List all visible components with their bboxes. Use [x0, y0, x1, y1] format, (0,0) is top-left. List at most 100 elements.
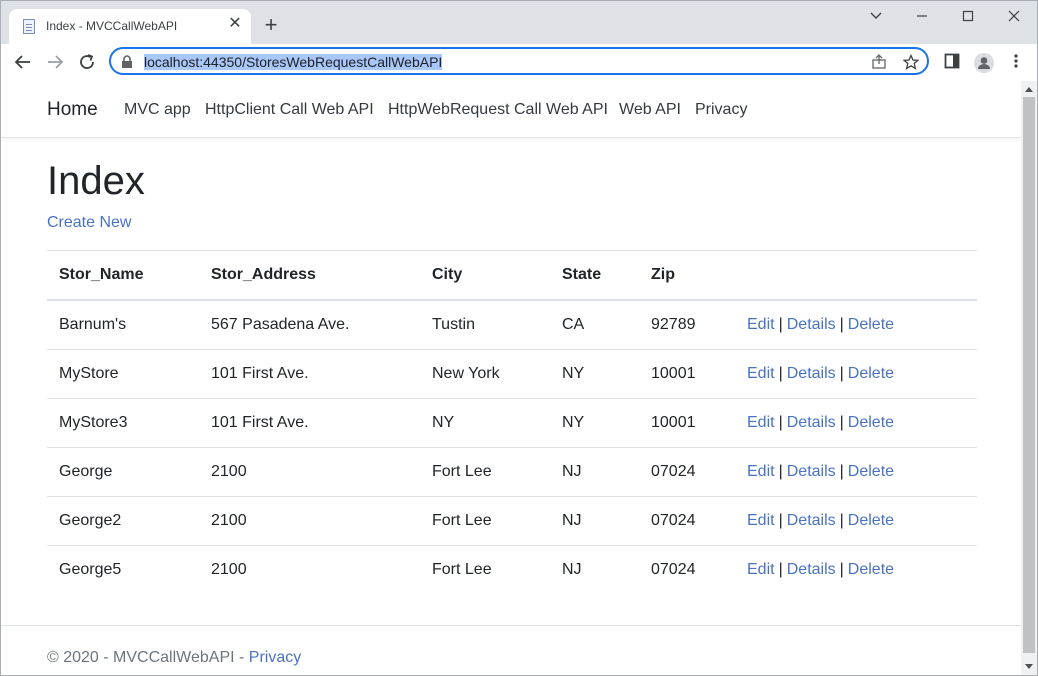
page-title: Index	[47, 159, 145, 203]
edit-link[interactable]: Edit	[747, 316, 775, 333]
nav-link-mvc-app[interactable]: MVC app	[124, 101, 191, 119]
nav-link-privacy[interactable]: Privacy	[695, 101, 747, 119]
page-favicon-icon	[23, 19, 35, 34]
tab-search-icon[interactable]	[853, 1, 899, 33]
action-separator: |	[839, 561, 844, 578]
delete-link[interactable]: Delete	[848, 414, 894, 431]
create-new-link[interactable]: Create New	[47, 214, 131, 232]
side-panel-icon[interactable]	[944, 53, 960, 74]
details-link[interactable]: Details	[787, 316, 836, 333]
edit-link[interactable]: Edit	[747, 365, 775, 382]
table-row: MyStore 101 First Ave. New York NY 10001 Edit…	[47, 349, 977, 399]
table-cell: NY	[420, 398, 550, 448]
page-scrollbar[interactable]	[1021, 81, 1037, 675]
column-header-actions	[735, 250, 977, 301]
browser-toolbar: localhost:44350/StoresWebRequestCallWebA…	[1, 44, 1037, 81]
footer-privacy-link[interactable]: Privacy	[249, 649, 301, 666]
minimize-icon[interactable]	[899, 1, 945, 33]
row-actions: Edit | Details | Delete	[735, 349, 977, 399]
browser-tab[interactable]: Index - MVCCallWebAPI ✕	[9, 9, 251, 44]
action-separator: |	[839, 463, 844, 480]
address-bar[interactable]: localhost:44350/StoresWebRequestCallWebA…	[109, 47, 929, 75]
action-separator: |	[778, 561, 783, 578]
nav-link-web-api[interactable]: Web API	[619, 101, 681, 119]
nav-link-httpwebrequest[interactable]: HttpWebRequest Call Web API	[388, 101, 608, 119]
table-cell: Barnum's	[47, 299, 199, 350]
forward-arrow-icon[interactable]	[45, 52, 65, 72]
scroll-thumb[interactable]	[1023, 97, 1035, 653]
table-cell: Fort Lee	[420, 447, 550, 497]
row-actions: Edit | Details | Delete	[735, 447, 977, 497]
action-separator: |	[778, 414, 783, 431]
close-window-icon[interactable]	[991, 1, 1037, 33]
table-cell: CA	[550, 299, 639, 350]
close-tab-icon[interactable]: ✕	[227, 16, 243, 32]
edit-link[interactable]: Edit	[747, 512, 775, 529]
action-separator: |	[839, 365, 844, 382]
details-link[interactable]: Details	[787, 414, 836, 431]
edit-link[interactable]: Edit	[747, 561, 775, 578]
table-row: George 2100 Fort Lee NJ 07024 Edit | Details | De…	[47, 447, 977, 497]
table-row: Barnum's 567 Pasadena Ave. Tustin CA 92789 Ed…	[47, 299, 977, 350]
back-arrow-icon[interactable]	[13, 52, 33, 72]
share-icon[interactable]	[871, 54, 887, 70]
table-header-row: Stor_Name Stor_Address City State Zip	[47, 250, 977, 301]
table-cell: 10001	[639, 349, 735, 399]
table-cell: New York	[420, 349, 550, 399]
table-cell: George5	[47, 545, 199, 594]
row-actions: Edit | Details | Delete	[735, 545, 977, 594]
delete-link[interactable]: Delete	[848, 561, 894, 578]
scroll-down-icon[interactable]	[1025, 664, 1033, 669]
site-footer: © 2020 - MVCCallWebAPI - Privacy	[1, 625, 1021, 675]
table-row: MyStore3 101 First Ave. NY NY 10001 Edit | Deta…	[47, 398, 977, 448]
table-cell: 101 First Ave.	[199, 349, 420, 399]
profile-avatar-icon[interactable]	[973, 52, 995, 79]
details-link[interactable]: Details	[787, 561, 836, 578]
column-header: Stor_Address	[199, 250, 420, 301]
details-link[interactable]: Details	[787, 512, 836, 529]
table-cell: NJ	[550, 447, 639, 497]
nav-link-httpclient[interactable]: HttpClient Call Web API	[205, 101, 374, 119]
table-cell: MyStore3	[47, 398, 199, 448]
row-actions: Edit | Details | Delete	[735, 299, 977, 350]
web-page: Home MVC app HttpClient Call Web API Htt…	[1, 81, 1021, 675]
table-cell: 101 First Ave.	[199, 398, 420, 448]
delete-link[interactable]: Delete	[848, 316, 894, 333]
lock-icon[interactable]	[121, 55, 133, 74]
maximize-icon[interactable]	[945, 1, 991, 33]
column-header: Stor_Name	[47, 250, 199, 301]
row-actions: Edit | Details | Delete	[735, 496, 977, 546]
table-cell: NJ	[550, 496, 639, 546]
details-link[interactable]: Details	[787, 463, 836, 480]
row-actions: Edit | Details | Delete	[735, 398, 977, 448]
action-separator: |	[778, 463, 783, 480]
nav-home-link[interactable]: Home	[47, 99, 98, 121]
table-cell: Fort Lee	[420, 496, 550, 546]
table-cell: NY	[550, 349, 639, 399]
edit-link[interactable]: Edit	[747, 463, 775, 480]
delete-link[interactable]: Delete	[848, 365, 894, 382]
copyright-text: © 2020 - MVCCallWebAPI -	[47, 649, 249, 666]
table-cell: 07024	[639, 447, 735, 497]
table-cell: George2	[47, 496, 199, 546]
delete-link[interactable]: Delete	[848, 512, 894, 529]
action-separator: |	[778, 365, 783, 382]
bookmark-star-icon[interactable]	[902, 53, 920, 70]
table-cell: 07024	[639, 545, 735, 594]
reload-icon[interactable]	[77, 52, 97, 72]
url-text[interactable]: localhost:44350/StoresWebRequestCallWebA…	[144, 54, 443, 70]
scroll-up-icon[interactable]	[1025, 87, 1033, 92]
site-navbar: Home MVC app HttpClient Call Web API Htt…	[1, 81, 1021, 138]
table-cell: 10001	[639, 398, 735, 448]
edit-link[interactable]: Edit	[747, 414, 775, 431]
more-options-icon[interactable]	[1011, 53, 1021, 74]
column-header: State	[550, 250, 639, 301]
table-row: George5 2100 Fort Lee NJ 07024 Edit | Details | D…	[47, 545, 977, 594]
delete-link[interactable]: Delete	[848, 463, 894, 480]
new-tab-icon[interactable]: +	[260, 14, 282, 36]
details-link[interactable]: Details	[787, 365, 836, 382]
table-cell: 92789	[639, 299, 735, 350]
table-row: George2 2100 Fort Lee NJ 07024 Edit | Details | D…	[47, 496, 977, 546]
table-cell: 2100	[199, 496, 420, 546]
table-cell: Fort Lee	[420, 545, 550, 594]
